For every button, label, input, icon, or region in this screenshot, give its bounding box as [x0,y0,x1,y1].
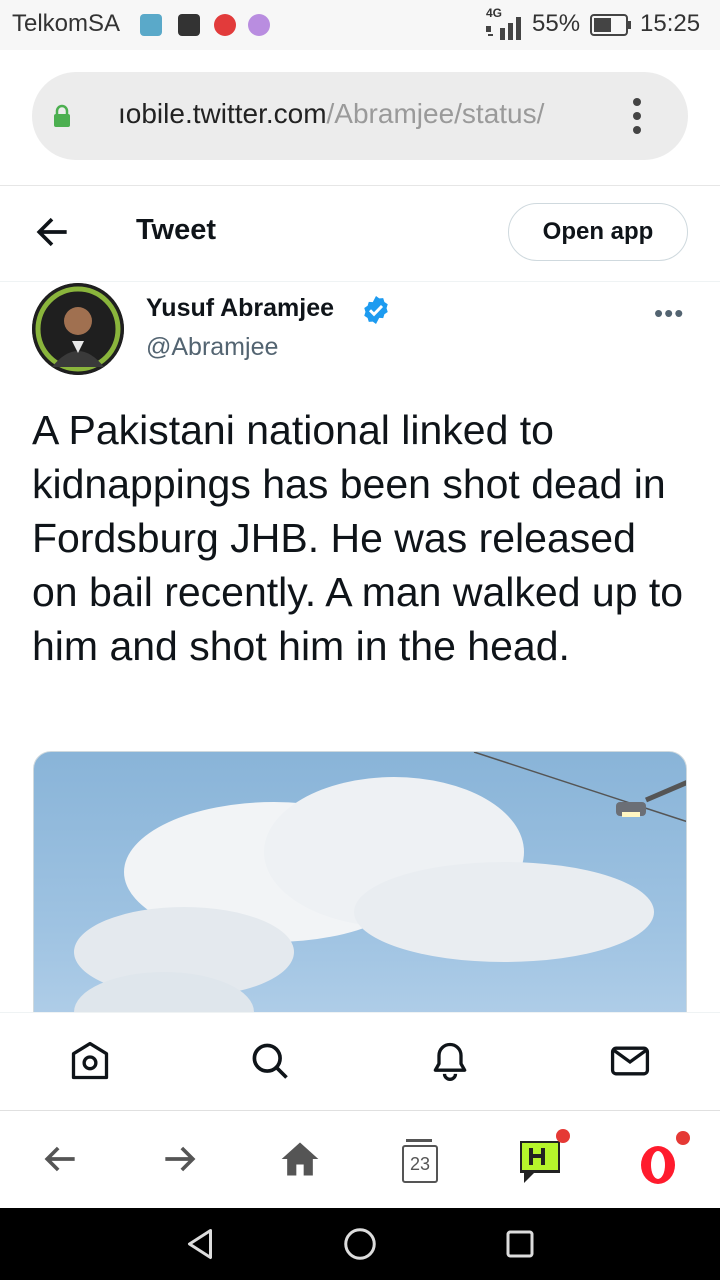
notifications-bell-icon[interactable] [428,1039,472,1083]
messages-envelope-icon[interactable] [608,1039,652,1083]
tweet-header: Tweet Open app [0,186,720,282]
url-field[interactable]: ıobile.twitter.com/Abramjee/status/ [32,72,688,160]
author-name[interactable]: Yusuf Abramjee [146,294,334,323]
system-home-icon[interactable] [342,1226,378,1262]
back-arrow-icon[interactable] [30,210,74,254]
browser-toolbar: 23 [0,1110,720,1209]
avatar[interactable] [32,283,124,375]
carrier-name: TelkomSA [12,10,121,37]
clock: 15:25 [640,10,701,37]
battery-percent: 55% [532,10,581,37]
tweet-media-image[interactable] [33,751,687,1051]
signal-icon [486,17,521,40]
app-notification-icon-2 [214,14,236,36]
url-host: ıobile.twitter.com [118,98,327,129]
home-icon[interactable] [68,1039,112,1083]
menu-badge [676,1131,690,1145]
avatar-image [32,283,124,375]
status-bar: TelkomSA 4G 55% 15:25 [0,0,720,50]
lock-icon [54,104,70,127]
sky-photo [74,752,686,1050]
c-notification-icon [248,14,270,36]
browser-forward-icon[interactable] [158,1135,202,1183]
url-path: /Abramjee/status/ [326,98,545,129]
page-title: Tweet [136,214,217,246]
tabs-count: 23 [402,1145,438,1183]
open-app-button[interactable]: Open app [508,203,688,261]
verified-badge-icon [364,296,388,324]
browser-home-icon[interactable] [278,1135,322,1183]
system-navigation-bar [0,1208,720,1280]
system-recents-icon[interactable] [502,1226,538,1262]
more-options-icon[interactable] [630,98,644,140]
system-back-icon[interactable] [182,1226,218,1262]
battery-icon [590,14,631,36]
twitter-bottom-nav [0,1012,720,1111]
news-badge [556,1129,570,1143]
browser-address-bar: ıobile.twitter.com/Abramjee/status/ [0,50,720,186]
tweet-text: A Pakistani national linked to kidnappin… [32,407,684,669]
url-text: ıobile.twitter.com/Abramjee/status/ [118,98,544,130]
opera-menu-icon[interactable] [638,1131,690,1187]
tabs-button[interactable]: 23 [398,1135,442,1183]
app-notification-icon [178,14,200,36]
gallery-notification-icon [140,14,162,36]
search-icon[interactable] [248,1039,292,1083]
browser-back-icon[interactable] [38,1135,82,1183]
author-handle[interactable]: @Abramjee [146,333,278,362]
opera-news-icon[interactable] [516,1129,570,1185]
more-icon[interactable]: ••• [654,298,684,329]
